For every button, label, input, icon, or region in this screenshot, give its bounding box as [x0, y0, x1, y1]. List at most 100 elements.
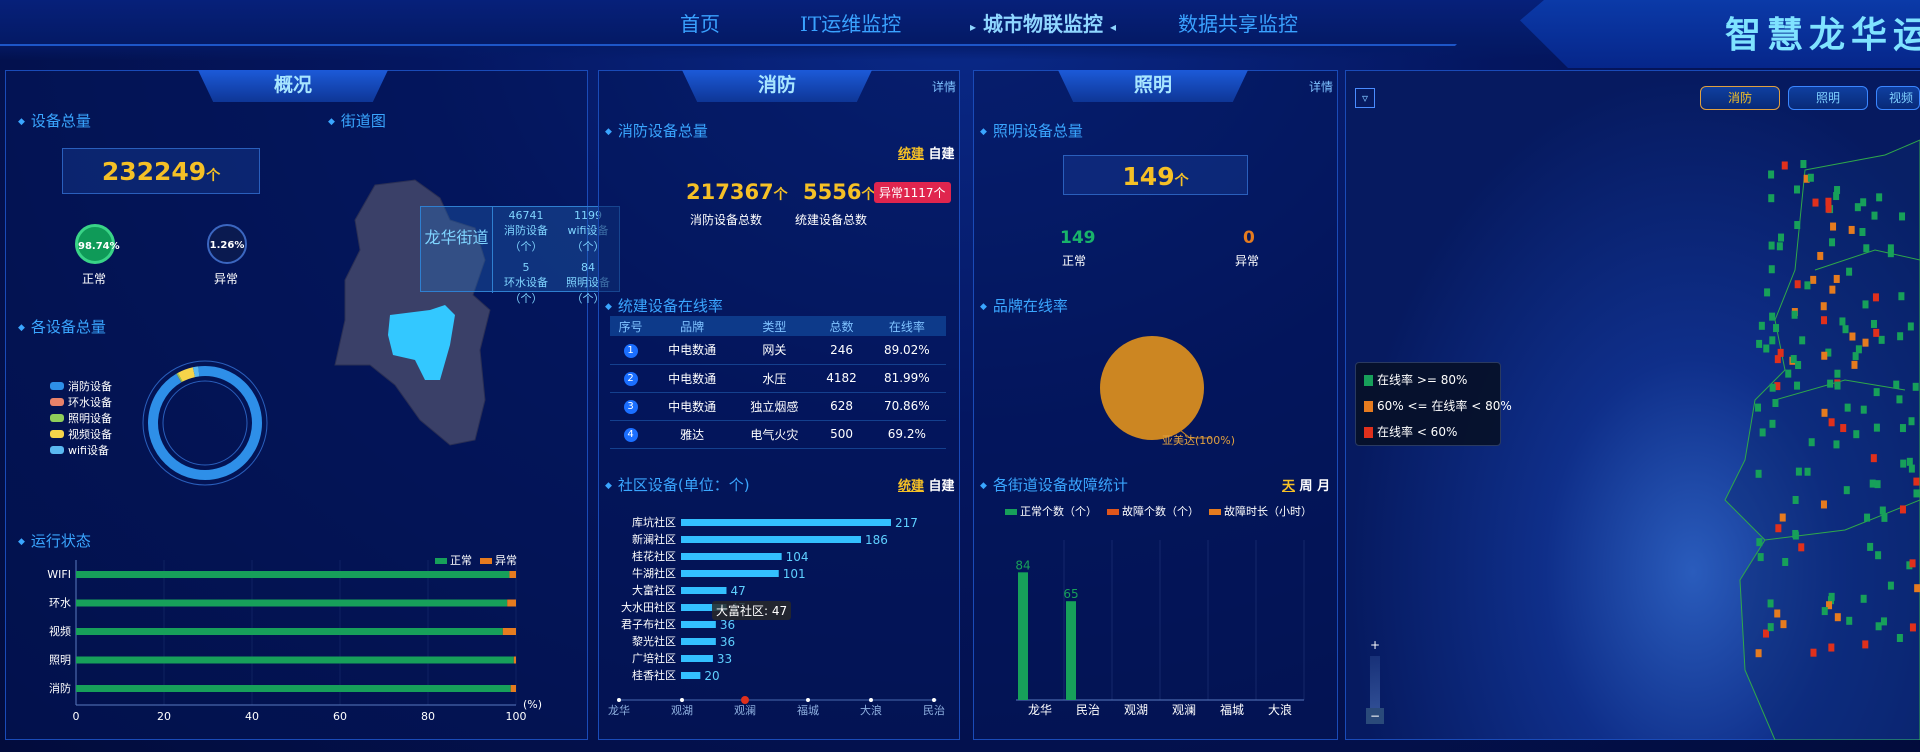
fire-title: 消防	[682, 70, 872, 102]
table-cell-type: 水压	[733, 364, 816, 393]
community-bar-value: 33	[717, 652, 732, 666]
device-marker-icon	[1768, 241, 1775, 250]
device-marker-icon	[1793, 185, 1800, 194]
table-cell-type: 电气火灾	[733, 420, 816, 449]
device-marker-icon	[1852, 352, 1859, 361]
device-donut-chart[interactable]	[140, 358, 270, 488]
table-header-cell: 在线率	[867, 316, 946, 336]
row-number-badge: 3	[623, 400, 638, 414]
device-marker-icon	[1821, 408, 1828, 417]
brand-pie-slice-亚美达	[1100, 336, 1204, 440]
community-y-tick: 新澜社区	[632, 532, 676, 546]
device-marker-icon	[1780, 620, 1787, 629]
toggle-unified[interactable]: 统建	[898, 147, 924, 162]
street-popup-name: 龙华街道	[421, 207, 493, 293]
nav-it-ops[interactable]: IT运维监控	[800, 10, 901, 38]
nav-data-share[interactable]: 数据共享监控	[1178, 10, 1298, 38]
device-marker-icon	[1800, 160, 1807, 169]
run-x-tick: 40	[245, 710, 259, 723]
normal-pct-circle: 98.74%	[75, 224, 120, 264]
community-bar-chart[interactable]: 库坑社区217新澜社区186桂花社区104牛湖社区101大富社区47大水田社区4…	[605, 508, 955, 688]
device-marker-icon	[1812, 198, 1819, 207]
device-marker-icon	[1830, 222, 1837, 231]
device-marker-icon	[1757, 553, 1764, 562]
device-marker-icon	[1808, 438, 1815, 447]
fire-detail-link[interactable]: 详情	[932, 78, 956, 95]
fire-total-number: 217367	[686, 180, 774, 204]
light-detail-link[interactable]: 详情	[1309, 78, 1333, 95]
run-status-label: 运行状态	[18, 530, 91, 551]
device-marker-icon	[1876, 193, 1883, 202]
timeline-dot	[680, 698, 684, 702]
table-header-cell: 总数	[815, 316, 868, 336]
table-cell-brand: 雅达	[651, 420, 734, 449]
period-week[interactable]: 周	[1300, 479, 1313, 494]
abnormal-pct-circle: 1.26%	[207, 224, 247, 264]
donut-legend-item: 消防设备	[50, 378, 112, 394]
community-toggle-self-built[interactable]: 自建	[929, 479, 955, 494]
device-marker-icon	[1870, 454, 1877, 463]
device-marker-icon	[1810, 275, 1817, 284]
community-y-tick: 桂花社区	[632, 549, 676, 563]
table-row: 4 雅达 电气火灾 500 69.2%	[610, 420, 946, 449]
device-marker-icon	[1842, 325, 1849, 334]
map-tab-light[interactable]: 照明	[1788, 86, 1868, 110]
fault-legend-item: 正常个数（个）	[1005, 505, 1097, 518]
zoom-slider[interactable]	[1370, 656, 1380, 712]
device-marker-icon	[1860, 405, 1867, 414]
map-tab-video[interactable]: 视频	[1876, 86, 1920, 110]
brand-pie-label: 亚美达(100%)	[1162, 434, 1236, 447]
each-total-label: 各设备总量	[18, 316, 106, 337]
map-tab-fire[interactable]: 消防	[1700, 86, 1780, 110]
run-status-chart[interactable]: 0 20 40 60 80 100 WIFI 环水视频照明消防	[20, 560, 580, 725]
light-abnormal-value: 0	[1243, 228, 1255, 248]
nav-home[interactable]: 首页	[680, 10, 720, 38]
device-marker-icon	[1767, 623, 1774, 632]
table-cell-type: 独立烟感	[733, 392, 816, 421]
community-bar-库坑社区	[681, 519, 891, 526]
table-cell-total: 4182	[815, 364, 868, 393]
map-legend: 在线率 >= 80% 60% <= 在线率 < 80% 在线率 < 60%	[1355, 362, 1512, 446]
filter-icon[interactable]: ▿	[1355, 88, 1375, 108]
device-marker-icon	[1834, 381, 1841, 390]
period-day[interactable]: 天	[1282, 479, 1295, 494]
period-month[interactable]: 月	[1317, 479, 1330, 494]
table-cell-no: 2	[610, 364, 652, 393]
device-marker-icon	[1870, 319, 1877, 328]
device-marker-icon	[1821, 316, 1828, 325]
fault-legend-label: 正常个数（个）	[1020, 505, 1097, 518]
community-bar-value: 101	[783, 567, 806, 581]
fault-legend-swatch	[1107, 509, 1119, 515]
light-total-number: 149	[1122, 162, 1175, 191]
device-marker-icon	[1756, 339, 1763, 348]
device-marker-icon	[1755, 649, 1762, 658]
device-marker-icon	[1879, 506, 1886, 515]
device-marker-icon	[1768, 265, 1775, 274]
device-marker-icon	[1798, 543, 1805, 552]
fault-legend-label: 故障个数（个）	[1122, 505, 1199, 518]
community-bar-value: 186	[865, 533, 888, 547]
device-marker-icon	[1878, 335, 1885, 344]
abnormal-alert-badge[interactable]: 异常1117个	[874, 182, 951, 203]
community-toggle-unified[interactable]: 统建	[898, 479, 924, 494]
fault-bar-chart[interactable]: 84 龙华 65 民治 观湖 观澜 福城 大浪	[1000, 520, 1320, 720]
run-x-tick: 80	[421, 710, 435, 723]
brand-title: 智慧龙华运	[1725, 14, 1920, 56]
device-marker-icon	[1862, 640, 1869, 649]
toggle-self-built[interactable]: 自建	[929, 147, 955, 162]
nav-iot[interactable]: ▸ 城市物联监控 ◂	[970, 10, 1116, 38]
street-timeline[interactable]: 龙华 观湖 观澜 福城 大浪 民治	[605, 690, 955, 730]
zoom-out-button[interactable]: −	[1366, 708, 1384, 724]
table-row: 2 中电数通 水压 4182 81.99%	[610, 364, 946, 393]
donut-legend-label: 消防设备	[68, 380, 112, 393]
light-title: 照明	[1058, 70, 1248, 102]
device-total-value: 232249个	[62, 157, 260, 186]
device-marker-icon	[1756, 538, 1763, 547]
table-row: 1 中电数通 网关 246 89.02%	[610, 336, 946, 365]
device-marker-icon	[1880, 617, 1887, 626]
device-marker-icon	[1781, 161, 1788, 170]
fire-total-unit: 个	[773, 187, 788, 203]
zoom-in-button[interactable]: +	[1368, 638, 1382, 652]
device-marker-icon	[1828, 418, 1835, 427]
community-bar-大富社区	[681, 587, 727, 594]
